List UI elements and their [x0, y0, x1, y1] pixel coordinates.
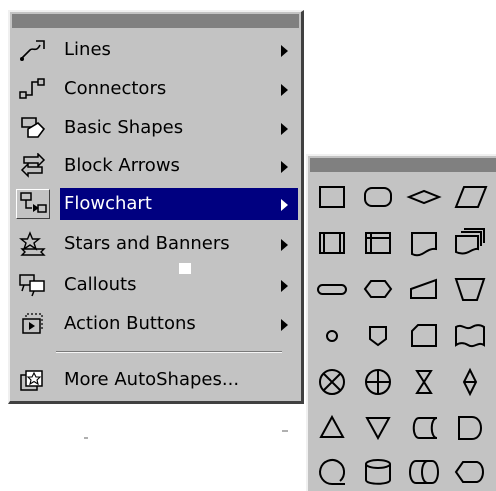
menu-item-label: Basic Shapes [64, 117, 184, 138]
flowchart-direct-access-storage-icon[interactable] [404, 452, 444, 491]
submenu-arrow-icon [281, 123, 288, 135]
submenu-arrow-icon [281, 280, 288, 292]
menu-item-label: Flowchart [64, 193, 152, 214]
lines-icon [18, 37, 48, 63]
block-arrows-icon [18, 153, 48, 179]
flowchart-terminator-icon[interactable] [312, 270, 352, 310]
autoshapes-menu: Lines Connectors Basic Shapes Block Arro… [8, 10, 304, 404]
menu-item-more-autoshapes[interactable]: More AutoShapes... [14, 362, 298, 398]
flowchart-manual-input-icon[interactable] [404, 270, 444, 310]
menu-item-callouts[interactable]: Callouts [14, 267, 298, 303]
flowchart-card-icon[interactable] [404, 316, 444, 356]
flowchart-connector-icon[interactable] [312, 316, 352, 356]
callouts-icon [18, 272, 48, 298]
flowchart-sort-icon[interactable] [450, 362, 490, 402]
menu-item-label: Callouts [64, 274, 137, 295]
menu-item-connectors[interactable]: Connectors [14, 71, 298, 107]
autoshapes-screen: Lines Connectors Basic Shapes Block Arro… [0, 0, 496, 491]
menu-drag-bar[interactable] [12, 14, 299, 28]
flowchart-magnetic-disk-icon[interactable] [358, 452, 398, 491]
menu-separator [56, 351, 282, 353]
flowchart-display-icon[interactable] [450, 452, 490, 491]
flowchart-icon [16, 189, 50, 219]
speck [282, 430, 288, 432]
menu-item-lines[interactable]: Lines [14, 32, 298, 68]
flowchart-summing-junction-icon[interactable] [312, 362, 352, 402]
palette-drag-bar[interactable] [310, 158, 496, 172]
flowchart-punched-tape-icon[interactable] [450, 316, 490, 356]
submenu-arrow-icon [281, 161, 288, 173]
flowchart-stored-data-icon[interactable] [404, 408, 444, 448]
flowchart-alternate-process-icon[interactable] [358, 178, 398, 218]
flowchart-collate-icon[interactable] [404, 362, 444, 402]
flowchart-multidocument-icon[interactable] [450, 224, 490, 264]
connectors-icon [18, 76, 48, 102]
flowchart-predefined-process-icon[interactable] [312, 224, 352, 264]
more-autoshapes-icon [18, 367, 48, 393]
menu-item-label: Action Buttons [64, 313, 196, 334]
menu-item-label: Lines [64, 39, 111, 60]
menu-item-stars-and-banners[interactable]: Stars and Banners [14, 226, 298, 262]
flowchart-off-page-connector-icon[interactable] [358, 316, 398, 356]
stars-banners-icon [18, 231, 48, 257]
flowchart-data-icon[interactable] [450, 178, 490, 218]
submenu-arrow-icon [281, 319, 288, 331]
flowchart-process-icon[interactable] [312, 178, 352, 218]
basic-shapes-icon [18, 115, 48, 141]
menu-item-block-arrows[interactable]: Block Arrows [14, 148, 298, 184]
flowchart-decision-icon[interactable] [404, 178, 444, 218]
cursor-artifact [179, 263, 191, 274]
flowchart-internal-storage-icon[interactable] [358, 224, 398, 264]
menu-item-label: Connectors [64, 78, 167, 99]
menu-item-label: Block Arrows [64, 155, 180, 176]
speck [84, 437, 88, 439]
flowchart-palette [306, 154, 496, 491]
flowchart-merge-icon[interactable] [358, 408, 398, 448]
action-buttons-icon [18, 311, 48, 337]
menu-item-flowchart[interactable]: Flowchart [14, 186, 298, 222]
menu-item-action-buttons[interactable]: Action Buttons [14, 306, 298, 342]
menu-item-label: More AutoShapes... [64, 369, 240, 390]
flowchart-document-icon[interactable] [404, 224, 444, 264]
flowchart-preparation-icon[interactable] [358, 270, 398, 310]
submenu-arrow-icon [281, 239, 288, 251]
flowchart-or-icon[interactable] [358, 362, 398, 402]
flowchart-extract-icon[interactable] [312, 408, 352, 448]
submenu-arrow-icon [281, 45, 288, 57]
menu-item-basic-shapes[interactable]: Basic Shapes [14, 110, 298, 146]
flowchart-sequential-access-storage-icon[interactable] [312, 452, 352, 491]
submenu-arrow-icon [281, 199, 288, 211]
menu-item-label: Stars and Banners [64, 233, 230, 254]
flowchart-manual-operation-icon[interactable] [450, 270, 490, 310]
flowchart-delay-icon[interactable] [450, 408, 490, 448]
submenu-arrow-icon [281, 84, 288, 96]
